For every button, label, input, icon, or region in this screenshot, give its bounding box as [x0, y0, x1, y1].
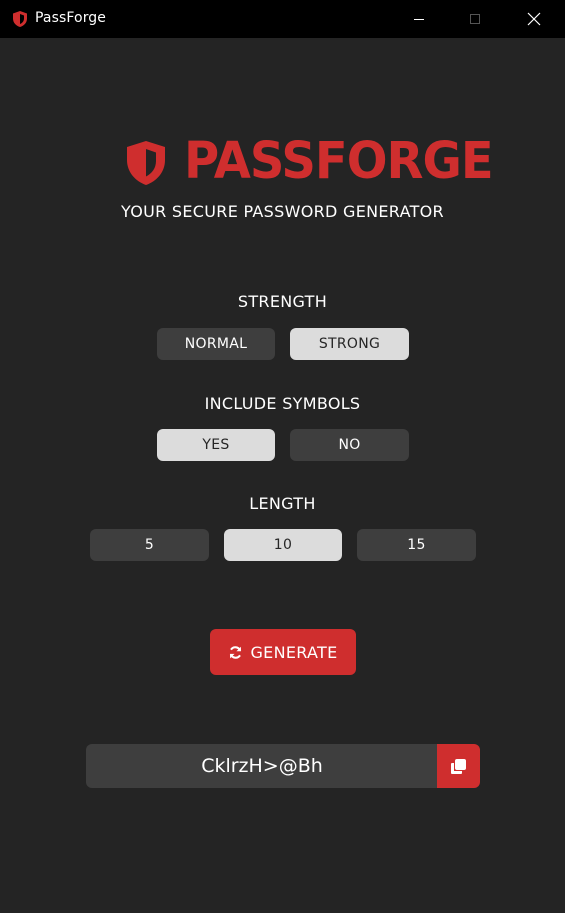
title-bar: PassForge: [0, 0, 565, 38]
copy-icon: [451, 758, 466, 774]
close-button[interactable]: [505, 0, 563, 38]
shield-icon: [127, 141, 165, 185]
maximize-button[interactable]: [446, 0, 504, 38]
length-10-button[interactable]: 10: [224, 529, 342, 561]
app-subtitle: YOUR SECURE PASSWORD GENERATOR: [121, 202, 444, 221]
minimize-icon: [414, 19, 424, 20]
shield-icon: [13, 11, 27, 27]
strength-strong-button[interactable]: STRONG: [290, 328, 409, 360]
generate-button[interactable]: GENERATE: [210, 629, 356, 675]
window-title: PassForge: [35, 10, 107, 26]
symbols-no-button[interactable]: NO: [290, 429, 409, 461]
length-15-button[interactable]: 15: [357, 529, 476, 561]
password-output[interactable]: CklrzH>@Bh: [86, 744, 438, 788]
length-5-button[interactable]: 5: [90, 529, 209, 561]
refresh-icon: [230, 645, 242, 659]
strength-normal-button[interactable]: NORMAL: [157, 328, 275, 360]
symbols-title: INCLUDE SYMBOLS: [204, 394, 361, 413]
strength-title: STRENGTH: [237, 292, 328, 311]
symbols-yes-button[interactable]: YES: [157, 429, 275, 461]
minimize-button[interactable]: [390, 0, 448, 38]
brand-logo: PASSFORGE: [124, 132, 494, 191]
maximize-icon: [470, 14, 480, 24]
generate-label: GENERATE: [250, 642, 338, 662]
length-title: LENGTH: [249, 494, 316, 513]
brand-name: PASSFORGE: [184, 132, 494, 191]
copy-button[interactable]: [437, 744, 480, 788]
close-icon: [527, 12, 541, 26]
